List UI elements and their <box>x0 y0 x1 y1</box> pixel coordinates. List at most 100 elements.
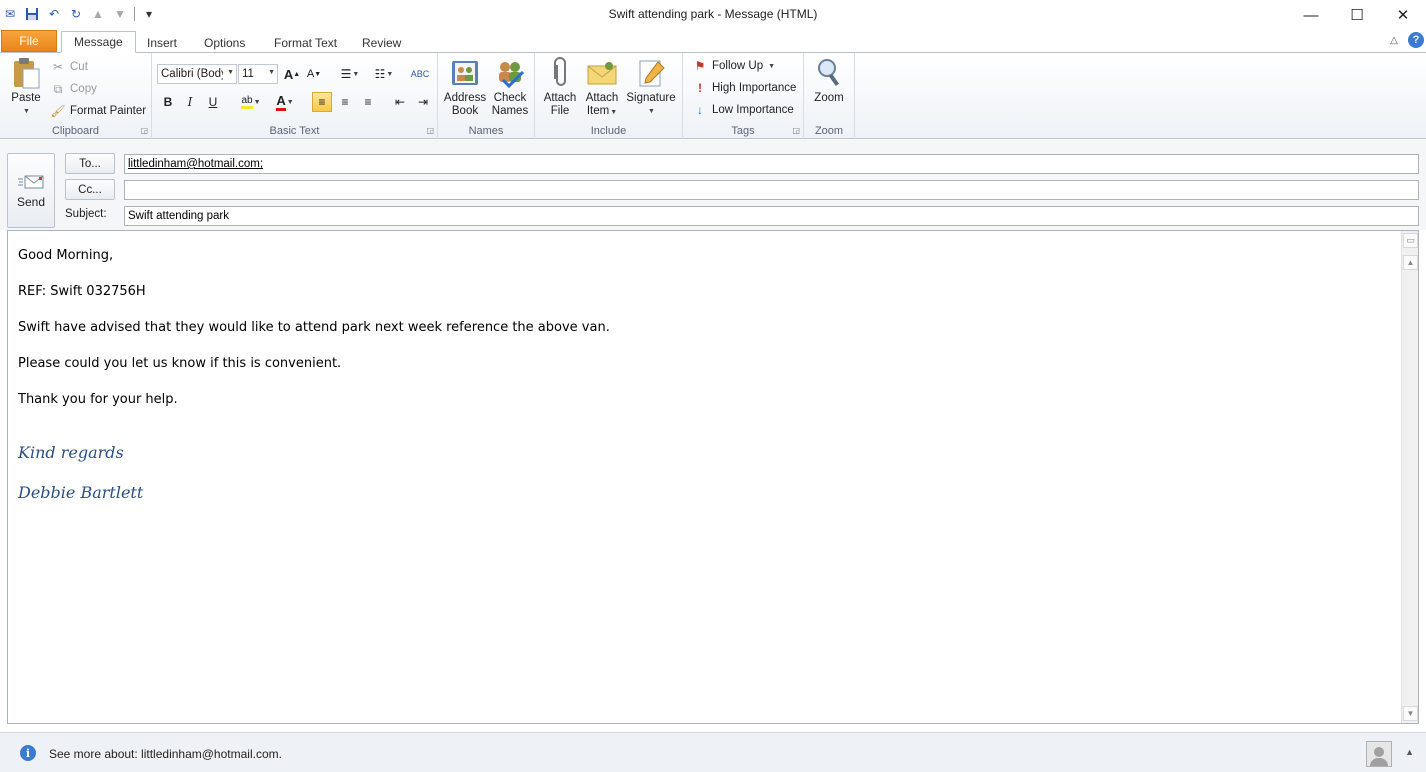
group-zoom: Zoom Zoom <box>804 53 855 139</box>
tags-group-label: Tags <box>731 125 755 137</box>
paste-dropdown-icon[interactable]: ▼ <box>23 105 30 118</box>
body-line: Thank you for your help. <box>18 392 178 407</box>
down-arrow-icon: ↓ <box>697 103 703 117</box>
body-line: REF: Swift 032756H <box>18 284 146 299</box>
body-line: Good Morning, <box>18 248 114 263</box>
copy-icon: ⧉ <box>53 81 63 96</box>
include-group-label: Include <box>590 125 627 137</box>
clipboard-launcher-icon[interactable]: ◲ <box>140 126 148 135</box>
title-bar: ✉ ↶ ↻ ▲ ▼ ▾ Swift attending park - Messa… <box>0 0 1426 30</box>
clipboard-group-label: Clipboard <box>51 125 100 137</box>
ribbon: Paste ▼ ✂ Cut ⧉ Copy 🖌 Format Painter Cl… <box>0 53 1426 139</box>
group-tags: ⚑ Follow Up ▼ ! High Importance ↓ Low Im… <box>683 53 804 139</box>
ribbon-tabs: File Message Insert Options Format Text … <box>0 29 1426 53</box>
follow-up-button[interactable]: ⚑ Follow Up ▼ <box>692 58 775 74</box>
group-basic-text: Calibri (Body) ▼ 11 ▼ A▲ A▼ ☰▼ ☷▼ ABC B … <box>152 53 438 139</box>
chevron-down-icon: ▼ <box>610 109 618 116</box>
address-book-icon <box>449 57 481 89</box>
underline-button[interactable]: U <box>203 92 223 112</box>
group-clipboard: Paste ▼ ✂ Cut ⧉ Copy 🖌 Format Painter Cl… <box>0 53 152 139</box>
exclamation-icon: ! <box>698 81 702 95</box>
align-left-icon[interactable]: ≡ <box>312 92 332 112</box>
italic-button[interactable]: I <box>180 92 200 112</box>
see-more-about-text[interactable]: See more about: littledinham@hotmail.com… <box>49 747 282 761</box>
font-color-icon[interactable]: A ▼ <box>270 92 300 112</box>
bold-button[interactable]: B <box>158 92 178 112</box>
signature-icon <box>635 57 667 89</box>
check-names-button[interactable]: Check Names <box>488 57 532 118</box>
basic-text-launcher-icon[interactable]: ◲ <box>426 126 434 135</box>
paste-button[interactable]: Paste ▼ <box>6 57 46 118</box>
magnifier-icon <box>813 57 845 89</box>
body-text: Good Morning, REF: Swift 032756H Swift h… <box>18 246 610 426</box>
tags-launcher-icon[interactable]: ◲ <box>792 126 800 135</box>
signature-name: Debbie Bartlett <box>18 483 144 502</box>
basic-text-group-label: Basic Text <box>269 125 320 137</box>
attach-item-button[interactable]: Attach Item▼ <box>582 57 622 119</box>
minimize-button[interactable]: — <box>1288 0 1334 30</box>
signature-closing: Kind regards <box>18 443 124 462</box>
cut-button[interactable]: ✂ Cut <box>50 59 88 75</box>
increase-indent-icon[interactable]: ⇥ <box>413 92 433 112</box>
decrease-indent-icon[interactable]: ⇤ <box>390 92 410 112</box>
format-painter-button[interactable]: 🖌 Format Painter <box>50 103 146 119</box>
styles-icon[interactable]: ABC <box>410 64 430 84</box>
contact-avatar[interactable] <box>1366 741 1392 767</box>
maximize-button[interactable]: ☐ <box>1334 0 1380 30</box>
scroll-up-icon[interactable]: ▲ <box>1403 255 1418 270</box>
scroll-down-icon[interactable]: ▼ <box>1403 706 1418 721</box>
tab-options[interactable]: Options <box>192 32 257 53</box>
close-button[interactable]: ✕ <box>1380 0 1426 30</box>
chevron-down-icon: ▼ <box>268 69 275 76</box>
envelope-icon <box>586 57 618 89</box>
window-controls: — ☐ ✕ <box>1288 0 1426 30</box>
to-recipient[interactable]: littledinham@hotmail.com; <box>128 158 263 170</box>
send-button[interactable]: Send <box>7 153 55 228</box>
help-icon[interactable]: ? <box>1408 32 1424 48</box>
high-importance-button[interactable]: ! High Importance <box>692 80 796 96</box>
chevron-down-icon: ▼ <box>768 62 776 70</box>
tab-message[interactable]: Message <box>61 31 136 53</box>
zoom-button[interactable]: Zoom <box>809 57 849 105</box>
body-line: Please could you let us know if this is … <box>18 356 342 371</box>
chevron-down-icon: ▼ <box>227 69 234 76</box>
shrink-font-icon[interactable]: A ▼ <box>304 64 324 84</box>
paperclip-icon <box>544 57 576 89</box>
low-importance-button[interactable]: ↓ Low Importance <box>692 102 794 118</box>
font-size-combo[interactable]: 11 ▼ <box>238 64 278 84</box>
vertical-scrollbar[interactable]: ▭ ▲ ▼ <box>1401 231 1418 723</box>
cc-button[interactable]: Cc... <box>65 179 115 200</box>
chevron-down-icon: ▼ <box>648 108 655 115</box>
message-body[interactable]: Good Morning, REF: Swift 032756H Swift h… <box>7 230 1419 724</box>
expand-people-pane-icon[interactable]: ▲ <box>1405 747 1414 757</box>
numbering-icon[interactable]: ☷ ▼ <box>370 64 398 84</box>
font-name-combo[interactable]: Calibri (Body) ▼ <box>157 64 237 84</box>
subject-field[interactable]: Swift attending park <box>124 206 1419 226</box>
cc-field[interactable] <box>124 180 1419 200</box>
address-book-button[interactable]: Address Book <box>443 57 487 118</box>
names-group-label: Names <box>468 125 504 137</box>
message-header: Send To... Cc... Subject: littledinham@h… <box>0 140 1426 230</box>
subject-label: Subject: <box>65 208 107 220</box>
highlight-icon[interactable]: ab ▼ <box>236 92 266 112</box>
tab-format-text[interactable]: Format Text <box>262 32 349 53</box>
ruler-toggle-icon[interactable]: ▭ <box>1403 233 1418 248</box>
to-field[interactable]: littledinham@hotmail.com; <box>124 154 1419 174</box>
tab-file[interactable]: File <box>1 30 57 52</box>
tab-review[interactable]: Review <box>350 32 413 53</box>
brush-icon: 🖌 <box>50 104 66 118</box>
copy-button[interactable]: ⧉ Copy <box>50 81 97 97</box>
align-right-icon[interactable]: ≡ <box>358 92 378 112</box>
align-center-icon[interactable]: ≡ <box>335 92 355 112</box>
paste-icon <box>10 57 42 89</box>
tab-insert[interactable]: Insert <box>135 32 189 53</box>
people-pane-bar: i See more about: littledinham@hotmail.c… <box>0 732 1426 772</box>
collapse-ribbon-icon[interactable]: △ <box>1386 32 1402 48</box>
signature-button[interactable]: Signature ▼ <box>624 57 678 118</box>
grow-font-icon[interactable]: A ▲ <box>282 64 302 84</box>
bullets-icon[interactable]: ☰ ▼ <box>336 64 364 84</box>
to-button[interactable]: To... <box>65 153 115 174</box>
send-icon <box>18 175 44 188</box>
attach-file-button[interactable]: Attach File <box>540 57 580 118</box>
check-names-icon <box>494 57 526 89</box>
